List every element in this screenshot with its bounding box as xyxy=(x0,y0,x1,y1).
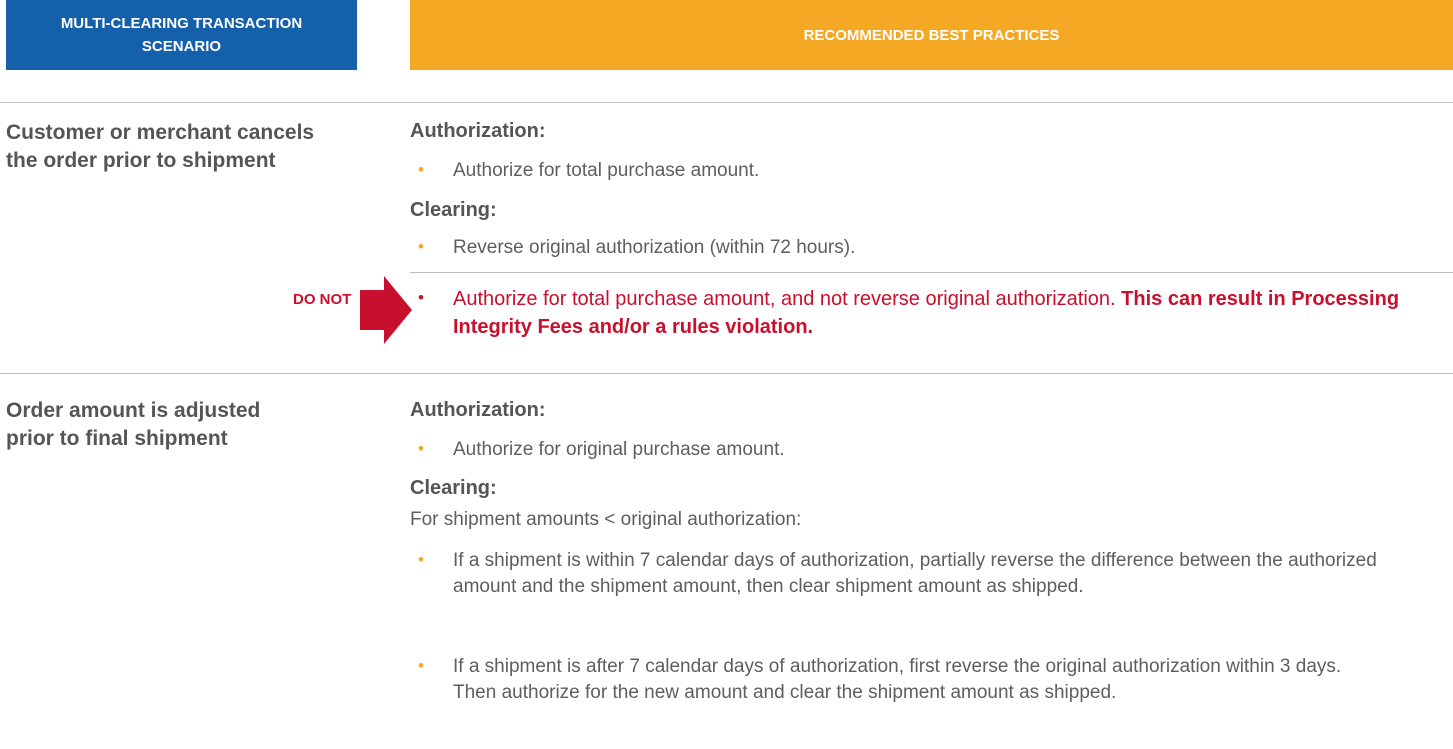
bullet-icon: • xyxy=(418,288,424,307)
authorization-heading: Authorization: xyxy=(410,120,546,142)
authorization-heading: Authorization: xyxy=(410,399,546,421)
clearing-heading: Clearing: xyxy=(410,199,497,221)
bullet-icon: • xyxy=(418,160,424,179)
bullet-icon: • xyxy=(418,439,424,458)
row-divider xyxy=(0,373,1453,374)
bullet-icon: • xyxy=(418,656,424,675)
scenario-order-adjusted: Order amount is adjusted prior to final … xyxy=(6,399,261,450)
header-divider xyxy=(0,102,1453,103)
clearing-intro: For shipment amounts < original authoriz… xyxy=(410,509,802,530)
bullet-icon: • xyxy=(418,237,424,256)
row-divider xyxy=(410,272,1453,273)
best-practices-column-header: RECOMMENDED BEST PRACTICES xyxy=(410,0,1453,70)
clearing-heading: Clearing: xyxy=(410,477,497,499)
bullet-icon: • xyxy=(418,550,424,569)
do-not-label: DO NOT xyxy=(293,291,352,308)
scenario-column-header: MULTI-CLEARING TRANSACTION SCENARIO xyxy=(6,0,357,70)
arrow-right-icon xyxy=(360,276,412,344)
scenario-cancel-order: Customer or merchant cancels the order p… xyxy=(6,121,315,172)
